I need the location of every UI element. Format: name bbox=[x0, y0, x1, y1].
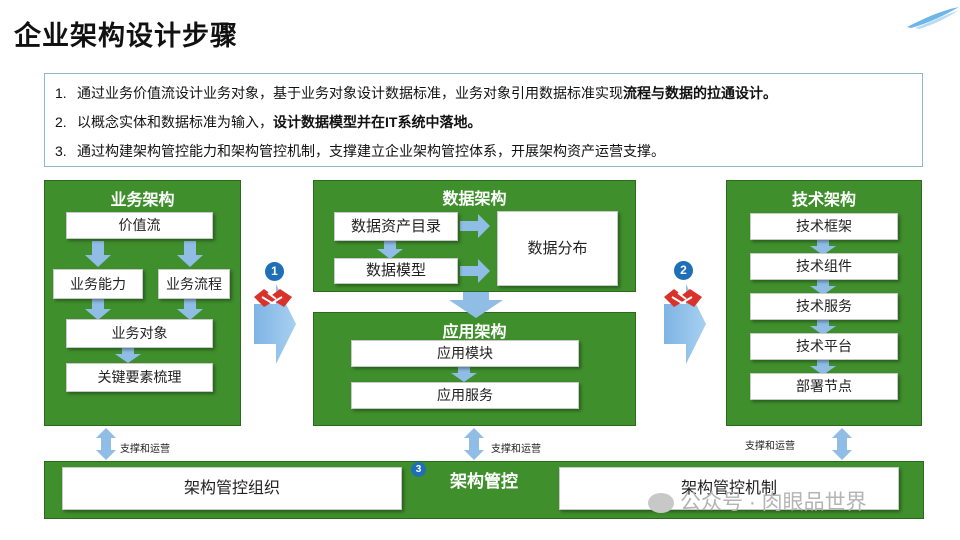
application-module-box: 应用模块 bbox=[351, 340, 579, 367]
double-arrow-vertical-icon bbox=[832, 428, 852, 460]
business-capability-box: 业务能力 bbox=[53, 269, 143, 299]
arrow-down-icon bbox=[85, 299, 111, 320]
arrow-down-icon bbox=[377, 241, 403, 259]
data-model-box: 数据模型 bbox=[334, 258, 458, 284]
step-badge-1: 1 bbox=[265, 262, 284, 281]
arrow-right-icon bbox=[460, 259, 490, 283]
arrow-down-icon bbox=[449, 292, 503, 318]
arrow-right-icon bbox=[460, 214, 490, 238]
watermark: 公众号 · 肉眼品世界 bbox=[648, 486, 867, 516]
key-elements-box: 关键要素梳理 bbox=[66, 363, 213, 392]
tech-platform-box: 技术平台 bbox=[750, 333, 898, 360]
tech-component-box: 技术组件 bbox=[750, 253, 898, 280]
application-service-box: 应用服务 bbox=[351, 382, 579, 409]
data-distribution-box: 数据分布 bbox=[497, 211, 618, 286]
wechat-icon bbox=[648, 493, 674, 514]
double-arrow-vertical-icon bbox=[464, 428, 484, 460]
value-stream-box: 价值流 bbox=[66, 212, 213, 239]
arrow-down-icon bbox=[177, 241, 203, 267]
arrow-down-icon bbox=[115, 348, 141, 363]
governance-organization-box: 架构管控组织 bbox=[62, 467, 402, 510]
data-catalog-box: 数据资产目录 bbox=[334, 212, 458, 241]
arrow-down-icon bbox=[85, 241, 111, 267]
arrow-down-icon bbox=[451, 367, 477, 382]
step-badge-3: 3 bbox=[411, 462, 426, 477]
business-process-box: 业务流程 bbox=[158, 269, 230, 299]
double-arrow-vertical-icon bbox=[96, 428, 116, 460]
business-object-box: 业务对象 bbox=[66, 319, 213, 348]
support-label-middle: 支撑和运营 bbox=[491, 444, 541, 455]
support-label-right: 支撑和运营 bbox=[745, 441, 795, 452]
deployment-node-box: 部署节点 bbox=[750, 373, 898, 400]
tech-framework-box: 技术框架 bbox=[750, 213, 898, 240]
arrow-down-icon bbox=[177, 299, 203, 320]
tech-service-box: 技术服务 bbox=[750, 293, 898, 320]
step-badge-2: 2 bbox=[674, 261, 693, 280]
support-label-left: 支撑和运营 bbox=[120, 444, 170, 455]
